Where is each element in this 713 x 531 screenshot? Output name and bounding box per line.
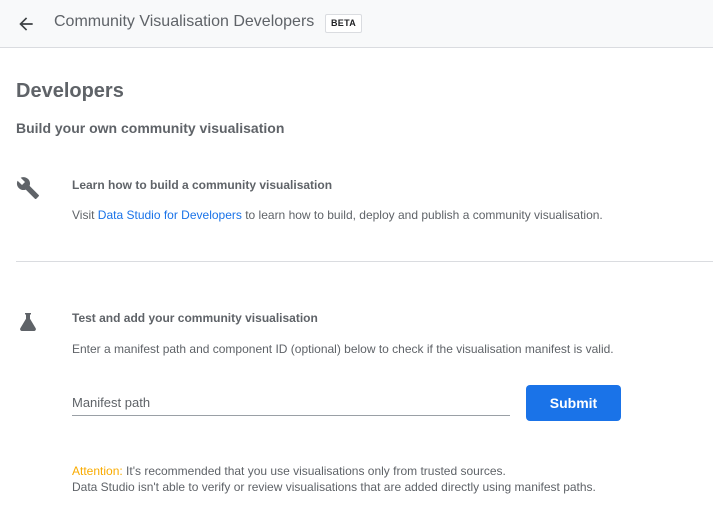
learn-text-before: Visit [72,208,98,222]
learn-heading: Learn how to build a community visualisa… [72,178,333,192]
attention-line2: Data Studio isn't able to verify or revi… [72,480,596,494]
back-button[interactable] [10,8,42,40]
attention-line1: It's recommended that you use visualisat… [122,464,506,478]
submit-button[interactable]: Submit [526,385,621,421]
manifest-path-input[interactable] [72,390,510,416]
wrench-icon [16,177,39,199]
attention-notice: Attention: It's recommended that you use… [72,463,692,495]
section-divider [16,261,713,262]
arrow-left-icon [19,17,33,31]
top-bar: Community Visualisation Developers BETA [0,0,713,48]
test-heading: Test and add your community visualisatio… [72,311,318,325]
page-subtitle: Build your own community visualisation [16,120,285,136]
app-root: Community Visualisation Developers BETA … [0,0,713,531]
attention-label: Attention: [72,464,123,478]
developers-link[interactable]: Data Studio for Developers [98,208,242,222]
flask-icon [20,313,36,331]
test-description: Enter a manifest path and component ID (… [72,342,614,356]
beta-badge: BETA [325,14,363,33]
learn-text: Visit Data Studio for Developers to lear… [72,208,603,222]
page-title: Developers [16,80,124,102]
header-title: Community Visualisation Developers [54,13,315,30]
learn-text-after: to learn how to build, deploy and publis… [241,208,603,222]
